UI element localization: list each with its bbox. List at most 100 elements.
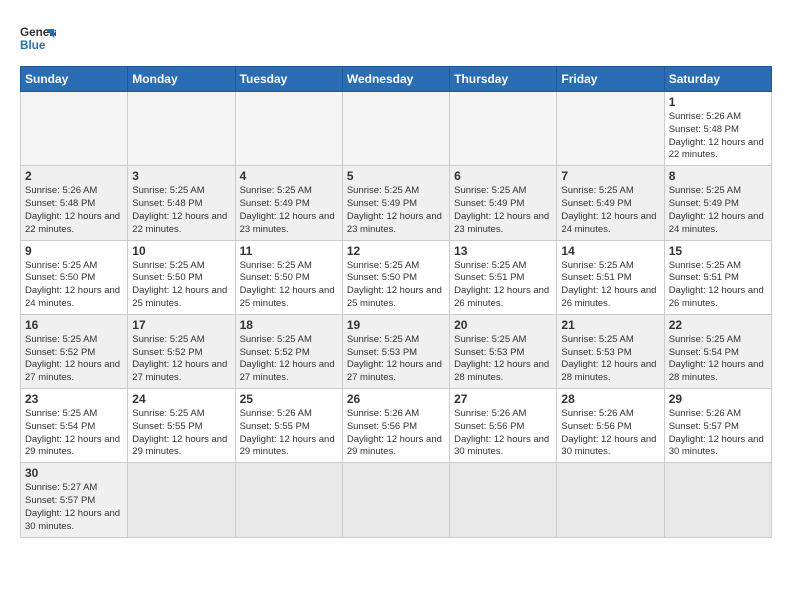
day-info: Sunrise: 5:26 AM Sunset: 5:48 PM Dayligh…	[25, 185, 123, 236]
calendar-cell: 13 Sunrise: 5:25 AM Sunset: 5:51 PM Dayli…	[450, 240, 557, 314]
calendar-cell: 17 Sunrise: 5:25 AM Sunset: 5:52 PM Dayli…	[128, 314, 235, 388]
calendar-cell: 12Sunrise: 5:25 AM Sunset: 5:50 PM Dayli…	[342, 240, 449, 314]
calendar-cell	[235, 463, 342, 537]
day-number: 3	[132, 169, 230, 183]
day-info: Sunrise: 5:25 AM Sunset: 5:49 PM Dayligh…	[347, 185, 445, 236]
calendar-week-row: 16 Sunrise: 5:25 AM Sunset: 5:52 PM Dayli…	[21, 314, 772, 388]
svg-text:Blue: Blue	[20, 39, 46, 52]
calendar-cell	[235, 92, 342, 166]
day-number: 10	[132, 244, 230, 258]
day-info: Sunrise: 5:27 AM Sunset: 5:57 PM Dayligh…	[25, 482, 123, 533]
calendar-cell: 28Sunrise: 5:26 AM Sunset: 5:56 PM Dayli…	[557, 389, 664, 463]
calendar-cell: 2 Sunrise: 5:26 AM Sunset: 5:48 PM Daylig…	[21, 166, 128, 240]
day-number: 14	[561, 244, 659, 258]
calendar-week-row: 1Sunrise: 5:26 AM Sunset: 5:48 PM Daylig…	[21, 92, 772, 166]
calendar-week-row: 2 Sunrise: 5:26 AM Sunset: 5:48 PM Daylig…	[21, 166, 772, 240]
calendar-week-row: 23 Sunrise: 5:25 AM Sunset: 5:54 PM Dayli…	[21, 389, 772, 463]
day-number: 19	[347, 318, 445, 332]
day-info: Sunrise: 5:25 AM Sunset: 5:53 PM Dayligh…	[347, 334, 445, 385]
day-number: 11	[240, 244, 338, 258]
calendar-table: SundayMondayTuesdayWednesdayThursdayFrid…	[20, 66, 772, 538]
weekday-wednesday: Wednesday	[342, 67, 449, 92]
day-info: Sunrise: 5:25 AM Sunset: 5:50 PM Dayligh…	[132, 260, 230, 311]
day-info: Sunrise: 5:25 AM Sunset: 5:51 PM Dayligh…	[454, 260, 552, 311]
day-number: 30	[25, 466, 123, 480]
calendar-cell	[450, 92, 557, 166]
day-info: Sunrise: 5:26 AM Sunset: 5:55 PM Dayligh…	[240, 408, 338, 459]
generalblue-logo-icon: General Blue	[20, 20, 56, 56]
day-number: 13	[454, 244, 552, 258]
calendar-cell: 16 Sunrise: 5:25 AM Sunset: 5:52 PM Dayli…	[21, 314, 128, 388]
day-number: 9	[25, 244, 123, 258]
calendar-cell: 10 Sunrise: 5:25 AM Sunset: 5:50 PM Dayli…	[128, 240, 235, 314]
day-number: 24	[132, 392, 230, 406]
weekday-monday: Monday	[128, 67, 235, 92]
calendar-cell: 20 Sunrise: 5:25 AM Sunset: 5:53 PM Dayli…	[450, 314, 557, 388]
day-number: 5	[347, 169, 445, 183]
calendar-cell	[557, 92, 664, 166]
day-number: 21	[561, 318, 659, 332]
day-number: 20	[454, 318, 552, 332]
calendar-cell	[128, 92, 235, 166]
day-info: Sunrise: 5:26 AM Sunset: 5:57 PM Dayligh…	[669, 408, 767, 459]
day-info: Sunrise: 5:25 AM Sunset: 5:53 PM Dayligh…	[454, 334, 552, 385]
calendar-cell: 22Sunrise: 5:25 AM Sunset: 5:54 PM Dayli…	[664, 314, 771, 388]
day-info: Sunrise: 5:25 AM Sunset: 5:51 PM Dayligh…	[669, 260, 767, 311]
calendar-cell: 24Sunrise: 5:25 AM Sunset: 5:55 PM Dayli…	[128, 389, 235, 463]
calendar-cell: 8 Sunrise: 5:25 AM Sunset: 5:49 PM Daylig…	[664, 166, 771, 240]
calendar-cell: 4 Sunrise: 5:25 AM Sunset: 5:49 PM Daylig…	[235, 166, 342, 240]
calendar-week-row: 30 Sunrise: 5:27 AM Sunset: 5:57 PM Dayli…	[21, 463, 772, 537]
calendar-week-row: 9 Sunrise: 5:25 AM Sunset: 5:50 PM Daylig…	[21, 240, 772, 314]
weekday-sunday: Sunday	[21, 67, 128, 92]
day-info: Sunrise: 5:25 AM Sunset: 5:49 PM Dayligh…	[669, 185, 767, 236]
weekday-header-row: SundayMondayTuesdayWednesdayThursdayFrid…	[21, 67, 772, 92]
day-number: 2	[25, 169, 123, 183]
calendar-cell: 29 Sunrise: 5:26 AM Sunset: 5:57 PM Dayli…	[664, 389, 771, 463]
calendar-cell: 19 Sunrise: 5:25 AM Sunset: 5:53 PM Dayli…	[342, 314, 449, 388]
day-info: Sunrise: 5:25 AM Sunset: 5:48 PM Dayligh…	[132, 185, 230, 236]
weekday-saturday: Saturday	[664, 67, 771, 92]
calendar-cell: 7Sunrise: 5:25 AM Sunset: 5:49 PM Daylig…	[557, 166, 664, 240]
day-number: 15	[669, 244, 767, 258]
logo: General Blue	[20, 20, 56, 56]
calendar-cell: 3 Sunrise: 5:25 AM Sunset: 5:48 PM Daylig…	[128, 166, 235, 240]
calendar-cell: 18 Sunrise: 5:25 AM Sunset: 5:52 PM Dayli…	[235, 314, 342, 388]
day-info: Sunrise: 5:25 AM Sunset: 5:52 PM Dayligh…	[240, 334, 338, 385]
calendar-cell: 27Sunrise: 5:26 AM Sunset: 5:56 PM Dayli…	[450, 389, 557, 463]
calendar-cell	[450, 463, 557, 537]
day-info: Sunrise: 5:25 AM Sunset: 5:52 PM Dayligh…	[132, 334, 230, 385]
calendar-cell: 1Sunrise: 5:26 AM Sunset: 5:48 PM Daylig…	[664, 92, 771, 166]
day-info: Sunrise: 5:25 AM Sunset: 5:49 PM Dayligh…	[454, 185, 552, 236]
header: General Blue	[20, 20, 772, 56]
calendar-cell: 26Sunrise: 5:26 AM Sunset: 5:56 PM Dayli…	[342, 389, 449, 463]
weekday-thursday: Thursday	[450, 67, 557, 92]
day-number: 27	[454, 392, 552, 406]
day-number: 18	[240, 318, 338, 332]
day-number: 25	[240, 392, 338, 406]
day-number: 16	[25, 318, 123, 332]
day-info: Sunrise: 5:25 AM Sunset: 5:52 PM Dayligh…	[25, 334, 123, 385]
day-info: Sunrise: 5:25 AM Sunset: 5:49 PM Dayligh…	[240, 185, 338, 236]
day-number: 12	[347, 244, 445, 258]
day-info: Sunrise: 5:26 AM Sunset: 5:48 PM Dayligh…	[669, 111, 767, 162]
day-number: 4	[240, 169, 338, 183]
day-info: Sunrise: 5:25 AM Sunset: 5:54 PM Dayligh…	[25, 408, 123, 459]
day-info: Sunrise: 5:26 AM Sunset: 5:56 PM Dayligh…	[561, 408, 659, 459]
day-number: 26	[347, 392, 445, 406]
day-number: 29	[669, 392, 767, 406]
calendar-cell: 21Sunrise: 5:25 AM Sunset: 5:53 PM Dayli…	[557, 314, 664, 388]
calendar-cell	[128, 463, 235, 537]
calendar-cell	[342, 463, 449, 537]
calendar-cell	[342, 92, 449, 166]
day-number: 23	[25, 392, 123, 406]
calendar-cell: 30 Sunrise: 5:27 AM Sunset: 5:57 PM Dayli…	[21, 463, 128, 537]
weekday-friday: Friday	[557, 67, 664, 92]
day-number: 6	[454, 169, 552, 183]
day-number: 17	[132, 318, 230, 332]
calendar-cell: 14 Sunrise: 5:25 AM Sunset: 5:51 PM Dayli…	[557, 240, 664, 314]
calendar-cell: 9Sunrise: 5:25 AM Sunset: 5:50 PM Daylig…	[21, 240, 128, 314]
day-info: Sunrise: 5:25 AM Sunset: 5:51 PM Dayligh…	[561, 260, 659, 311]
day-info: Sunrise: 5:25 AM Sunset: 5:50 PM Dayligh…	[240, 260, 338, 311]
calendar-cell: 23 Sunrise: 5:25 AM Sunset: 5:54 PM Dayli…	[21, 389, 128, 463]
day-number: 8	[669, 169, 767, 183]
